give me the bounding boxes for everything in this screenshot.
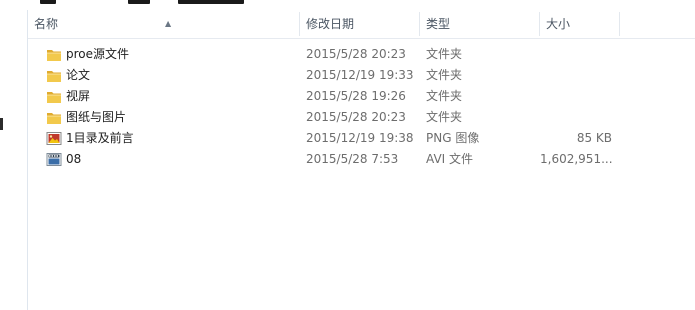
file-date: 2015/12/19 19:33 [306,68,414,82]
file-size [540,107,612,128]
file-type: 文件夹 [426,47,463,61]
column-header-name-label: 名称 [34,17,59,31]
file-row[interactable]: 08 2015/5/28 7:53 AVI 文件 1,602,951... [28,149,695,170]
folder-icon [47,113,61,124]
column-header-date-label: 修改日期 [306,17,355,31]
file-name: 论文 [66,68,91,82]
file-name: 图纸与图片 [66,110,127,124]
file-size [540,86,612,107]
file-date: 2015/5/28 7:53 [306,152,399,166]
column-header-type-label: 类型 [426,17,451,31]
navigation-pane[interactable] [0,10,28,310]
avi-video-icon [46,153,62,166]
file-row[interactable]: 视屏 2015/5/28 19:26 文件夹 [28,86,695,107]
sort-ascending-icon: ▲ [165,19,172,28]
file-name: proe源文件 [66,47,130,61]
file-name: 视屏 [66,89,91,103]
nav-item-clipped[interactable] [0,118,3,130]
file-row[interactable]: 图纸与图片 2015/5/28 20:23 文件夹 [28,107,695,128]
file-row[interactable]: proe源文件 2015/5/28 20:23 文件夹 [28,44,695,65]
column-header-type[interactable]: 类型 [420,10,540,38]
file-name: 1目录及前言 [66,131,134,145]
file-size: 85 KB [576,131,612,145]
file-size: 1,602,951... [540,152,612,166]
file-row[interactable]: 1目录及前言 2015/12/19 19:38 PNG 图像 85 KB [28,128,695,149]
file-type: PNG 图像 [426,131,480,145]
png-image-icon [46,132,62,145]
column-header-name[interactable]: 名称 ▲ [28,10,300,38]
file-type: AVI 文件 [426,152,474,166]
file-date: 2015/5/28 20:23 [306,47,406,61]
file-name: 08 [66,152,82,166]
file-row[interactable]: 论文 2015/12/19 19:33 文件夹 [28,65,695,86]
column-header-row: 名称 ▲ 修改日期 类型 大小 [28,10,695,39]
folder-icon [47,71,61,82]
file-type: 文件夹 [426,110,463,124]
column-header-size-label: 大小 [546,17,571,31]
column-header-date[interactable]: 修改日期 [300,10,420,38]
folder-icon [47,50,61,61]
file-type: 文件夹 [426,89,463,103]
file-type: 文件夹 [426,68,463,82]
file-date: 2015/12/19 19:38 [306,131,414,145]
toolbar-clipped [0,0,695,10]
folder-icon [47,92,61,103]
file-date: 2015/5/28 20:23 [306,110,406,124]
column-header-size[interactable]: 大小 [540,10,620,38]
file-size [540,65,612,86]
file-size [540,44,612,65]
file-date: 2015/5/28 19:26 [306,89,406,103]
